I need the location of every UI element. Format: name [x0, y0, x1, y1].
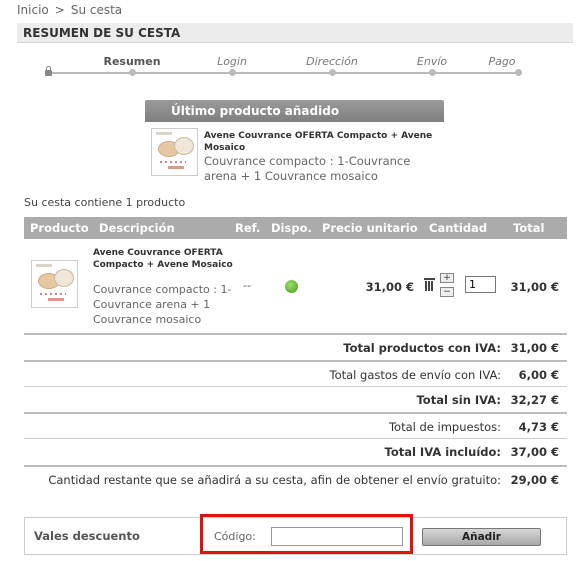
header-description: Descripción — [99, 221, 175, 235]
voucher-label: Vales descuento — [34, 529, 140, 543]
header-quantity: Cantidad — [429, 221, 488, 235]
breadcrumb-current: Su cesta — [70, 3, 123, 17]
checkout-steps: Resumen Login Dirección Envío Pago — [45, 55, 525, 79]
trash-icon[interactable] — [424, 278, 435, 291]
shipping-value: 6,00 € — [518, 368, 559, 382]
free-shipping-remaining-label: Cantidad restante que se añadirá a su ce… — [48, 473, 501, 487]
step-dot-pago — [515, 69, 522, 76]
step-pago: Pago — [488, 55, 516, 68]
cart-item-unit-price: 31,00 € — [365, 280, 414, 294]
total-products-row: Total productos con IVA: 31,00 € — [24, 333, 567, 359]
header-total: Total — [513, 221, 545, 235]
total-without-vat-value: 32,27 € — [510, 393, 559, 407]
step-envio: Envío — [416, 55, 448, 68]
shipping-row: Total gastos de envío con IVA: 6,00 € — [24, 360, 567, 386]
step-direccion: Dirección — [306, 55, 358, 68]
total-with-vat-value: 37,00 € — [510, 445, 559, 459]
cart-item-description: Couvrance compacto : 1-Couvrance arena +… — [93, 283, 232, 326]
total-without-vat-row: Total sin IVA: 32,27 € — [24, 386, 567, 412]
shipping-label: Total gastos de envío con IVA: — [329, 368, 502, 382]
free-shipping-remaining-row: Cantidad restante que se añadirá a su ce… — [24, 465, 567, 491]
taxes-label: Total de impuestos: — [388, 420, 501, 434]
quantity-decrease-button[interactable]: − — [440, 287, 454, 297]
total-with-vat-row: Total IVA incluído: 37,00 € — [24, 438, 567, 464]
last-added-heading: Último producto añadido — [145, 100, 444, 122]
cart-item-name[interactable]: Avene Couvrance OFERTA Compacto + Avene … — [93, 247, 233, 271]
step-dot-resumen — [129, 69, 136, 76]
step-login: Login — [217, 55, 247, 68]
header-ref: Ref. — [235, 221, 261, 235]
total-with-vat-label: Total IVA incluído: — [384, 445, 501, 459]
step-dot-login — [229, 69, 236, 76]
product-thumbnail[interactable] — [151, 128, 198, 176]
table-row: Avene Couvrance OFERTA Compacto + Avene … — [24, 240, 567, 333]
quantity-increase-button[interactable]: + — [440, 273, 454, 283]
total-products-label: Total productos con IVA: — [343, 341, 501, 355]
taxes-row: Total de impuestos: 4,73 € — [24, 412, 567, 438]
cart-table-header: Producto Descripción Ref. Dispo. Precio … — [24, 217, 567, 239]
cart-item-thumbnail[interactable] — [31, 260, 78, 308]
last-added-product-description: Couvrance compacto : 1-Couvrance arena +… — [204, 154, 411, 183]
cart-item-total: 31,00 € — [510, 280, 559, 294]
breadcrumb-home-link[interactable]: Inicio — [17, 3, 49, 17]
taxes-value: 4,73 € — [518, 420, 559, 434]
step-dot-direccion — [329, 69, 336, 76]
breadcrumb: Inicio > Su cesta — [17, 3, 122, 17]
step-dot-envio — [429, 69, 436, 76]
highlight-box — [200, 514, 413, 554]
last-added-product-name[interactable]: Avene Couvrance OFERTA Compacto + Avene … — [204, 130, 444, 154]
total-without-vat-label: Total sin IVA: — [416, 393, 501, 407]
cart-item-ref: -- — [243, 279, 251, 292]
header-availability: Dispo. — [271, 221, 312, 235]
total-products-value: 31,00 € — [510, 341, 559, 355]
voucher-add-button[interactable]: Añadir — [422, 528, 541, 546]
breadcrumb-separator: > — [54, 3, 65, 17]
page-title: RESUMEN DE SU CESTA — [17, 23, 573, 43]
lock-icon — [45, 66, 52, 76]
quantity-input[interactable] — [465, 276, 496, 293]
header-unit-price: Precio unitario — [322, 221, 418, 235]
availability-indicator-icon — [285, 280, 298, 293]
free-shipping-remaining-value: 29,00 € — [510, 473, 559, 487]
last-added-product: Último producto añadido Avene Couvrance … — [145, 100, 444, 183]
cart-count-text: Su cesta contiene 1 producto — [24, 196, 186, 209]
header-product: Producto — [30, 221, 89, 235]
step-resumen: Resumen — [103, 55, 161, 68]
steps-progress-line — [48, 72, 522, 74]
